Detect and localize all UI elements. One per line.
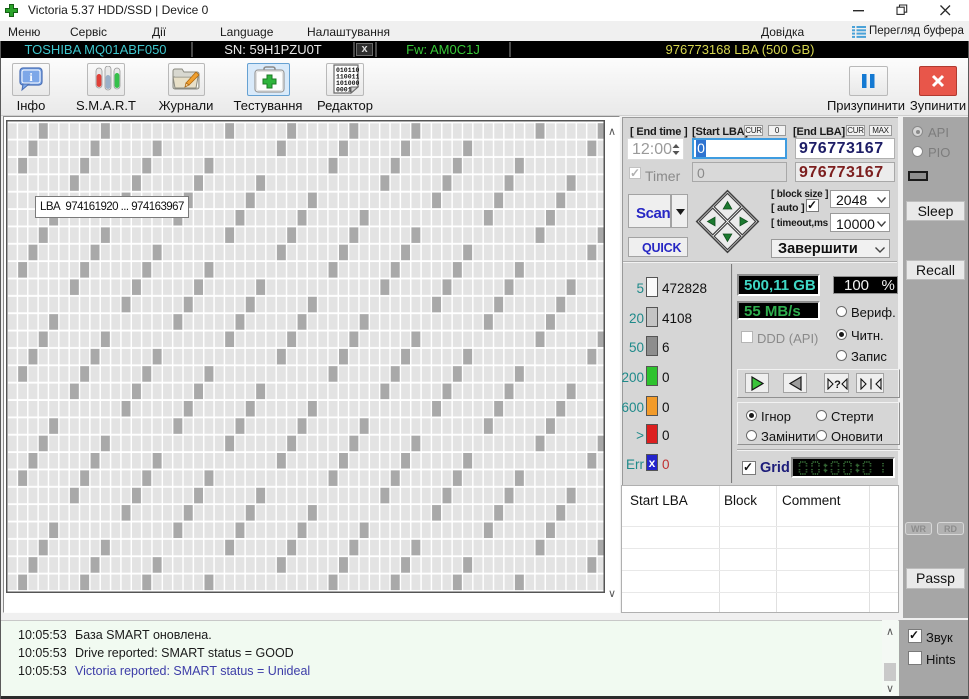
svg-text:?: ? [834,379,841,390]
svg-text:0001: 0001 [336,87,352,94]
